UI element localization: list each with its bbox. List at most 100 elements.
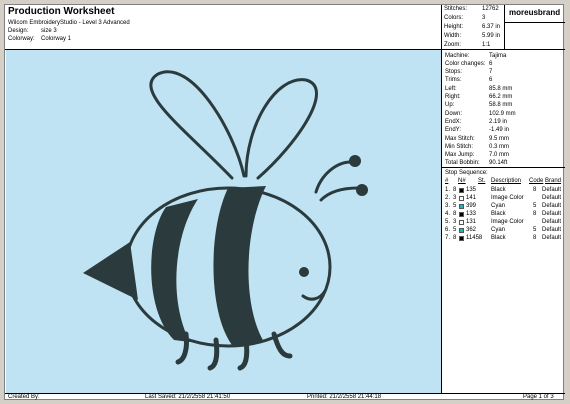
info-label: EndX: xyxy=(445,119,462,125)
sequence-cell-desc: Image Color xyxy=(491,219,524,225)
info-row: Max Jump: 7.0 mm xyxy=(445,152,509,158)
sequence-cell-st: 135 xyxy=(466,187,477,193)
info-value: 9.5 mm xyxy=(489,136,510,142)
worksheet: Production Worksheet Wilcom EmbroiderySt… xyxy=(4,4,565,401)
design-preview xyxy=(6,50,442,393)
sequence-cell-n: 8 xyxy=(453,235,457,241)
color-swatch xyxy=(459,212,464,217)
sequence-cell-desc: Black xyxy=(491,235,506,241)
stat-colors: Colors: 3 xyxy=(444,15,485,21)
sequence-cell-st: 131 xyxy=(466,219,477,225)
stat-label: Width: xyxy=(444,33,462,39)
info-value: 66.2 mm xyxy=(489,94,513,100)
stat-label: Stitches: xyxy=(444,6,468,12)
info-value: 85.8 mm xyxy=(489,86,513,92)
info-row: Down: 102.9 mm xyxy=(445,111,516,117)
info-label: Machine: xyxy=(445,53,470,59)
sequence-cell-desc: Cyan xyxy=(491,227,506,233)
color-swatch xyxy=(459,220,464,225)
info-row: Trims: 6 xyxy=(445,77,492,83)
sequence-row: 2. 3 141 Image Color Default xyxy=(445,195,563,203)
info-value: 0.3 mm xyxy=(489,144,510,150)
page-title: Production Worksheet xyxy=(8,6,115,17)
info-label: Up: xyxy=(445,102,455,108)
stat-label: Height: xyxy=(444,24,464,30)
brand-label: moreusbrand xyxy=(505,5,565,23)
sequence-cell-code: 8 xyxy=(533,235,537,241)
antenna-lower xyxy=(319,186,360,202)
color-swatch xyxy=(459,188,464,193)
info-value: 7.0 mm xyxy=(489,152,510,158)
sequence-cell-code: 5 xyxy=(533,227,537,233)
brand-blank-cell xyxy=(505,23,565,50)
info-label: EndY: xyxy=(445,127,462,133)
sequence-cell-n: 3 xyxy=(453,219,457,225)
info-label: Stops: xyxy=(445,69,463,75)
info-value: 102.9 mm xyxy=(489,111,516,117)
footer: Created By: Last Saved: 21/2/2558 21:41:… xyxy=(5,393,565,401)
info-value: 6 xyxy=(489,61,493,67)
color-swatch xyxy=(459,228,464,233)
sequence-cell-n: 5 xyxy=(453,227,457,233)
info-label: Color changes: xyxy=(445,61,486,67)
right-wing-outline xyxy=(244,78,318,180)
sequence-cell-code: 8 xyxy=(533,211,537,217)
info-value: 6 xyxy=(489,77,493,83)
col-header: St. xyxy=(478,178,486,184)
stat-value: 3 xyxy=(482,15,486,21)
stat-value: 5.99 in xyxy=(482,33,501,39)
left-wing-outline xyxy=(149,70,246,180)
sequence-cell-desc: Black xyxy=(491,211,506,217)
info-row: Left: 85.8 mm xyxy=(445,86,512,92)
col-header: Description xyxy=(491,178,522,184)
sequence-cell-brand: Default xyxy=(542,211,562,217)
stat-value: 6.37 in xyxy=(482,24,501,30)
stats-panel: Stitches: 12762 Colors: 3 Height: 6.37 in W… xyxy=(442,5,505,50)
sequence-cell-brand: Default xyxy=(542,203,562,209)
sequence-cell-num: 4. xyxy=(445,211,451,217)
stat-width: Width: 5.99 in xyxy=(444,33,500,39)
info-value: 2.19 in xyxy=(489,119,508,125)
sequence-cell-st: 362 xyxy=(466,227,477,233)
info-row: Max Stitch: 9.5 mm xyxy=(445,136,509,142)
info-label: Max Jump: xyxy=(445,152,475,158)
sequence-row: 1. 8 135 Black 8 Default xyxy=(445,187,563,195)
colorway-label: Colorway: xyxy=(8,36,35,42)
stat-zoom: Zoom: 1:1 xyxy=(444,42,490,48)
sequence-cell-brand: Default xyxy=(542,195,562,201)
info-label: Left: xyxy=(445,86,457,92)
stat-value: 1:1 xyxy=(482,42,491,48)
sequence-cell-n: 8 xyxy=(453,187,457,193)
stat-label: Colors: xyxy=(444,15,464,21)
info-label: Right: xyxy=(445,94,461,100)
info-row: EndX: 2.19 in xyxy=(445,119,507,125)
sequence-cell-code: 5 xyxy=(533,203,537,209)
sequence-row: 5. 3 131 Image Color Default xyxy=(445,219,563,227)
sequence-cell-st: 399 xyxy=(466,203,477,209)
info-value: 7 xyxy=(489,69,493,75)
printed-date: Printed: 21/2/2558 21:44:18 xyxy=(307,394,382,400)
sequence-cell-n: 8 xyxy=(453,211,457,217)
info-label: Max Stitch: xyxy=(445,136,475,142)
sequence-cell-brand: Default xyxy=(542,235,562,241)
info-row: Color changes: 6 xyxy=(445,61,492,67)
bee-embroidery-image xyxy=(83,70,368,371)
last-saved: Last Saved: 21/2/2558 21:41:50 xyxy=(145,394,231,400)
col-header: # xyxy=(445,178,449,184)
header-panel: Production Worksheet Wilcom EmbroiderySt… xyxy=(5,5,442,50)
stop-sequence-title: Stop Sequence: xyxy=(445,170,488,176)
sequence-cell-brand: Default xyxy=(542,227,562,233)
info-value: -1.49 in xyxy=(489,127,510,133)
sequence-cell-n: 3 xyxy=(453,195,457,201)
design-value: size 3 xyxy=(41,28,57,34)
sequence-header-row: # N# St. Description Code Brand xyxy=(445,178,563,186)
sequence-row: 4. 8 133 Black 8 Default xyxy=(445,211,563,219)
color-swatch xyxy=(459,196,464,201)
color-swatch xyxy=(459,236,464,241)
sequence-cell-num: 2. xyxy=(445,195,451,201)
stat-height: Height: 6.37 in xyxy=(444,24,500,30)
sequence-cell-num: 1. xyxy=(445,187,451,193)
color-swatch xyxy=(459,204,464,209)
created-by: Created By: xyxy=(8,394,40,400)
sequence-cell-desc: Black xyxy=(491,187,506,193)
